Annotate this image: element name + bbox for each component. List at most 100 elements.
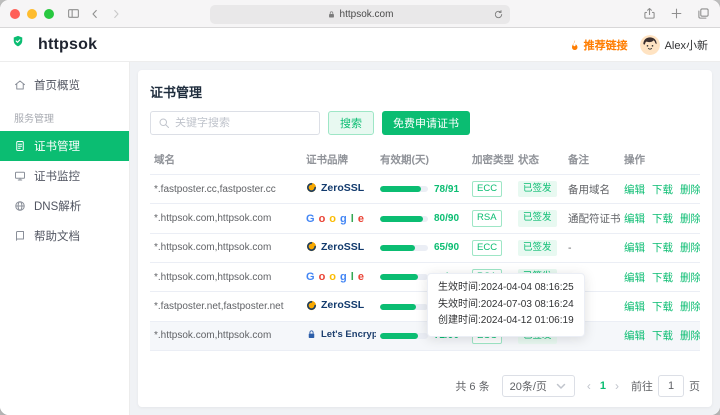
download-link[interactable]: 下载 (652, 301, 673, 313)
download-link[interactable]: 下载 (652, 242, 673, 254)
search-input[interactable] (175, 117, 312, 129)
table-row: *.httpsok.com,httpsok.comGoogle72/90RSA已… (150, 263, 700, 292)
globe-icon (14, 200, 26, 212)
zerossl-icon (306, 182, 317, 193)
content-card: 证书管理 搜索 免费申请证书 (138, 70, 712, 407)
validity-cell: 80/90 (376, 204, 468, 233)
brand-label: ZeroSSL (321, 299, 364, 311)
sidebar-item-home-overview[interactable]: 首页概览 (0, 70, 129, 100)
brand-letter: e (358, 213, 364, 225)
edit-link[interactable]: 编辑 (624, 301, 645, 313)
goto-page-input[interactable] (658, 375, 684, 397)
delete-link[interactable]: 删除 (680, 301, 700, 313)
tab-overview-icon[interactable] (697, 7, 710, 20)
brand-let-s-encrypt: Let's Encrypt (306, 329, 376, 340)
delete-link[interactable]: 删除 (680, 184, 700, 196)
prev-page-button[interactable]: ‹ (587, 379, 591, 393)
edit-link[interactable]: 编辑 (624, 242, 645, 254)
domain-cell: *.fastposter.cc,fastposter.cc (150, 175, 302, 204)
sidebar-item-cert-management[interactable]: 证书管理 (0, 131, 129, 161)
edit-link[interactable]: 编辑 (624, 213, 645, 225)
monitor-icon (14, 170, 26, 182)
tooltip-line: 生效时间:2024-04-04 08:16:25 (438, 280, 574, 297)
search-button[interactable]: 搜索 (328, 111, 374, 135)
page-size-select[interactable]: 20条/页 (502, 375, 575, 397)
brand-letter: o (329, 213, 336, 225)
new-tab-icon[interactable] (670, 7, 683, 20)
book-icon (14, 230, 26, 242)
edit-link[interactable]: 编辑 (624, 330, 645, 342)
encryption-type-badge: ECC (472, 181, 502, 197)
brand-zerossl: ZeroSSL (306, 182, 364, 194)
forward-icon[interactable] (110, 8, 122, 20)
delete-link[interactable]: 删除 (680, 213, 700, 225)
brand-letter: G (306, 271, 315, 283)
edit-link[interactable]: 编辑 (624, 184, 645, 196)
brand-zerossl: ZeroSSL (306, 299, 364, 311)
validity-progress-bar (380, 216, 428, 222)
chrome-right-icons (643, 7, 710, 20)
avatar (640, 35, 660, 55)
next-page-button[interactable]: › (615, 379, 619, 393)
column-header-3: 加密类型 (468, 145, 514, 175)
brand-cell: Google (302, 263, 376, 292)
reload-icon[interactable] (493, 9, 504, 23)
status-cell: 已签发 (514, 204, 564, 233)
actions-cell: 编辑下载删除 (620, 204, 700, 233)
delete-link[interactable]: 删除 (680, 242, 700, 254)
address-bar[interactable]: httpsok.com (210, 5, 510, 24)
status-cell: 已签发 (514, 175, 564, 204)
back-icon[interactable] (89, 8, 101, 20)
goto-page: 前往 页 (631, 375, 700, 397)
download-link[interactable]: 下载 (652, 213, 673, 225)
validity-days: 65/90 (434, 242, 459, 253)
download-link[interactable]: 下载 (652, 272, 673, 284)
column-header-5: 备注 (564, 145, 620, 175)
page-unit-label: 页 (689, 378, 700, 394)
apply-certificate-button[interactable]: 免费申请证书 (382, 111, 470, 135)
app-name: httpsok (38, 36, 97, 54)
delete-link[interactable]: 删除 (680, 330, 700, 342)
encryption-type-badge: RSA (472, 210, 502, 226)
search-icon (158, 117, 170, 129)
share-icon[interactable] (643, 7, 656, 20)
brand-letter: o (329, 271, 336, 283)
sidebar-item-label: DNS解析 (34, 198, 81, 214)
browser-chrome: httpsok.com (0, 0, 720, 28)
home-icon (14, 79, 26, 91)
download-link[interactable]: 下载 (652, 330, 673, 342)
sidebar-item-dns-resolve[interactable]: DNS解析 (0, 191, 129, 221)
download-link[interactable]: 下载 (652, 184, 673, 196)
encryption-type-cell: ECC (468, 233, 514, 262)
column-header-2: 有效期(天) (376, 145, 468, 175)
delete-link[interactable]: 删除 (680, 272, 700, 284)
sidebar-item-help-docs[interactable]: 帮助文档 (0, 221, 129, 251)
page-size-value: 20条/页 (510, 378, 547, 394)
validity-progress-bar (380, 274, 428, 280)
pagination-bar: 共 6 条 20条/页 ‹ 1 › 前往 (150, 367, 700, 397)
sidebar-toggle-icon[interactable] (67, 7, 80, 20)
user-menu[interactable]: Alex小新 (640, 35, 708, 55)
brand-cell: ZeroSSL (302, 233, 376, 262)
page-title: 证书管理 (150, 82, 700, 101)
status-cell: 已签发 (514, 233, 564, 262)
total-count: 共 6 条 (455, 378, 489, 394)
brand-cell: Google (302, 204, 376, 233)
edit-link[interactable]: 编辑 (624, 272, 645, 284)
minimize-window-button[interactable] (27, 9, 37, 19)
brand-cell: Let's Encrypt (302, 321, 376, 350)
zoom-window-button[interactable] (44, 9, 54, 19)
close-window-button[interactable] (10, 9, 20, 19)
page-number-current[interactable]: 1 (600, 380, 606, 392)
brand-zerossl: ZeroSSL (306, 241, 364, 253)
sidebar-item-cert-monitor[interactable]: 证书监控 (0, 161, 129, 191)
lock-icon (327, 10, 336, 19)
pager: ‹ 1 › (587, 379, 619, 393)
validity-progress-bar (380, 245, 428, 251)
domain-cell: *.httpsok.com,httpsok.com (150, 321, 302, 350)
header-right: 推荐链接 Alex小新 (569, 35, 708, 55)
brand-letter: l (351, 271, 354, 283)
referral-link[interactable]: 推荐链接 (569, 37, 628, 53)
validity-cell: 78/91 (376, 175, 468, 204)
validity-progress-bar (380, 333, 428, 339)
